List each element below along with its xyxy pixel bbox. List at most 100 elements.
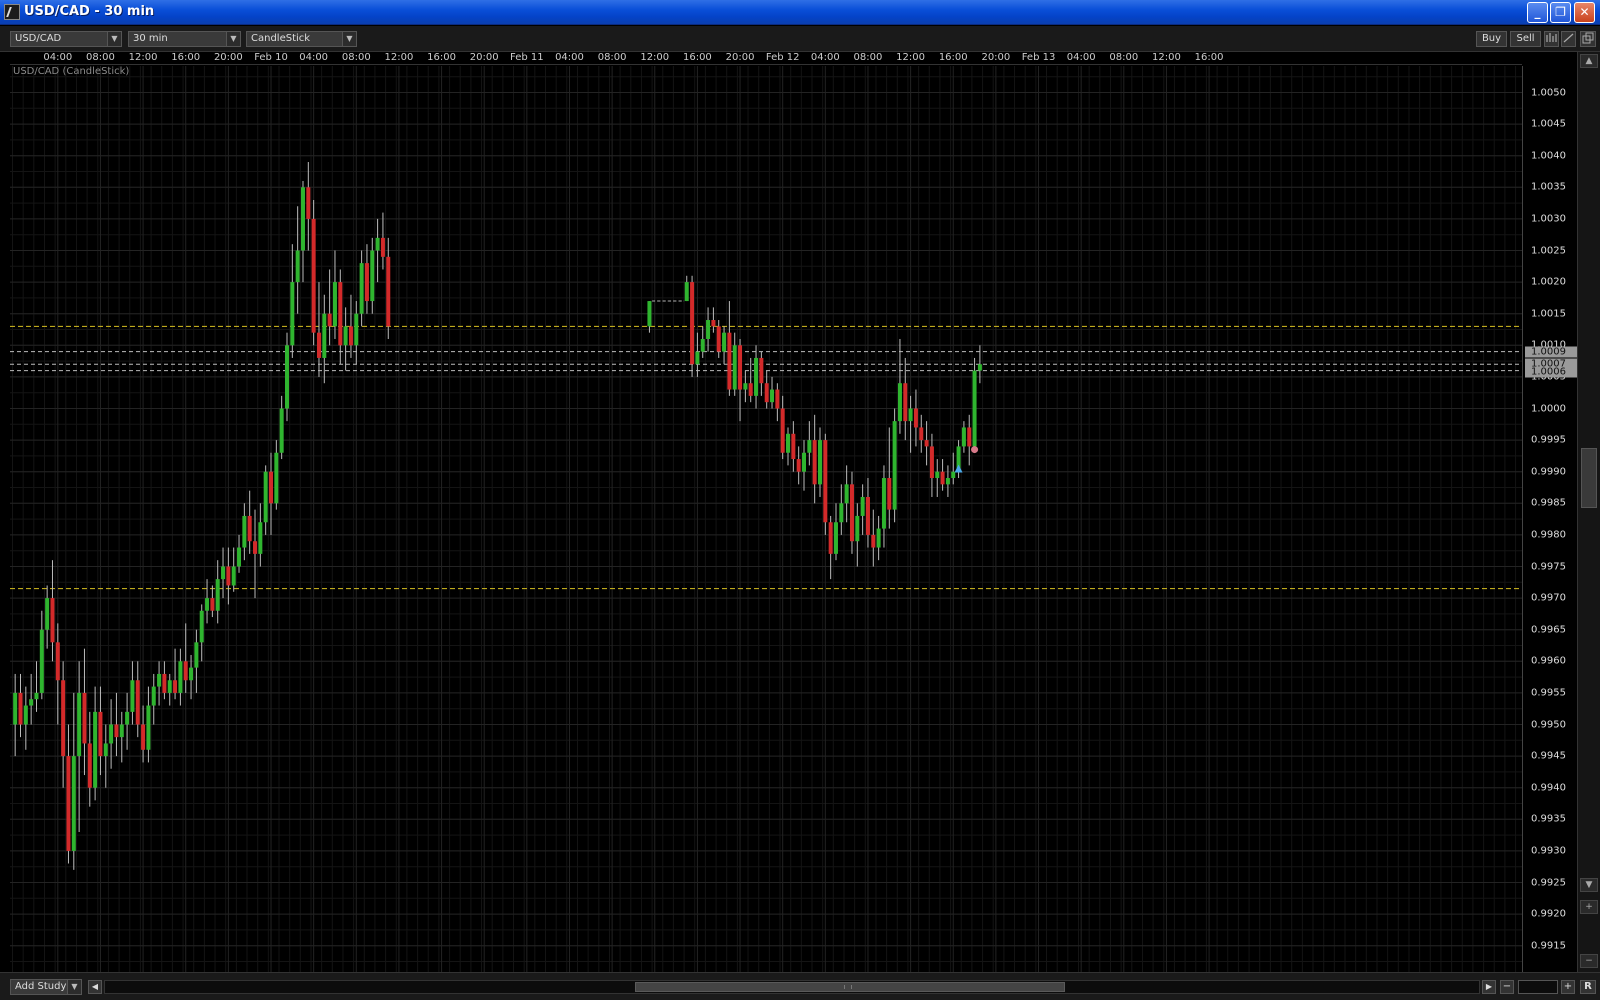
candle-up <box>732 345 737 390</box>
price-tick-label: 0.9955 <box>1531 687 1566 699</box>
scroll-down-icon[interactable]: ▼ <box>1580 878 1598 892</box>
scroll-right-icon[interactable]: ▶ <box>1482 980 1496 994</box>
detach-window-icon[interactable] <box>1580 31 1596 47</box>
candle-up <box>103 743 108 757</box>
time-tick-label: 08:00 <box>597 52 627 63</box>
candle-up <box>754 357 759 396</box>
symbol-select[interactable]: USD/CAD ▼ <box>10 31 122 47</box>
candlestick-chart[interactable] <box>10 66 1522 972</box>
candle-down <box>173 680 178 693</box>
chart-plot-area[interactable]: USD/CAD (CandleStick) <box>10 66 1522 972</box>
candle-down <box>849 484 854 542</box>
candle-down <box>316 332 321 358</box>
candle-down <box>311 218 316 333</box>
price-badge: 1.0009 <box>1525 346 1577 358</box>
candle-down <box>386 256 391 327</box>
vertical-scroll-thumb[interactable] <box>1581 448 1597 508</box>
candle-up <box>258 522 263 554</box>
draw-line-icon[interactable] <box>1561 31 1576 47</box>
candle-down <box>913 408 918 428</box>
candle-up <box>945 478 950 485</box>
candle-down <box>796 459 801 472</box>
buy-button[interactable]: Buy <box>1476 31 1507 47</box>
candle-up <box>706 320 711 339</box>
candle-up <box>125 711 130 725</box>
time-tick-label: 16:00 <box>427 52 456 63</box>
candle-up <box>817 440 822 485</box>
zoom-slider[interactable] <box>1518 980 1558 994</box>
time-tick-label: 16:00 <box>1194 52 1224 63</box>
candle-down <box>919 427 924 441</box>
candle-down <box>226 566 231 586</box>
candle-down <box>764 383 769 403</box>
price-tick-label: 0.9965 <box>1531 624 1566 636</box>
candle-up <box>860 496 865 516</box>
time-tick-label: 08:00 <box>341 52 371 63</box>
candle-down <box>269 471 274 504</box>
horizontal-scrollbar[interactable] <box>104 980 1480 994</box>
signal-dot-icon <box>971 446 979 454</box>
candle-up <box>770 389 775 403</box>
add-study-button[interactable]: Add Study ▼ <box>10 979 82 995</box>
candle-up <box>833 522 838 554</box>
candle-up <box>13 692 18 725</box>
candle-up <box>300 187 305 251</box>
candle-up <box>205 598 210 611</box>
restore-button[interactable]: ❐ <box>1550 2 1571 23</box>
time-tick-label: 20:00 <box>469 52 499 63</box>
zoom-out-icon[interactable]: − <box>1500 980 1514 994</box>
vertical-scrollbar[interactable]: ▲ ▼ + − <box>1577 52 1600 972</box>
close-button[interactable]: ✕ <box>1574 2 1595 23</box>
indicator-icon[interactable] <box>1544 31 1559 47</box>
candle-down <box>364 263 369 302</box>
time-tick-label: 04:00 <box>43 52 73 63</box>
candle-up <box>935 471 940 479</box>
candle-down <box>929 446 934 479</box>
candle-down <box>791 433 796 460</box>
candle-down <box>253 541 258 554</box>
candle-up <box>34 692 39 700</box>
candle-down <box>348 326 353 346</box>
candle-up <box>215 579 220 611</box>
time-tick-label: 12:00 <box>384 52 414 63</box>
title-bar[interactable]: USD/CAD - 30 min _ ❐ ✕ <box>0 0 1600 25</box>
zoom-in-icon[interactable]: + <box>1561 980 1575 994</box>
timeframe-select[interactable]: 30 min ▼ <box>128 31 241 47</box>
reset-view-button[interactable]: R <box>1580 980 1596 994</box>
candle-up <box>322 313 327 358</box>
price-tick-label: 0.9990 <box>1531 466 1566 478</box>
zoom-out-icon[interactable]: − <box>1580 954 1598 968</box>
price-badge: 1.0006 <box>1525 366 1577 378</box>
zoom-in-icon[interactable]: + <box>1580 900 1598 914</box>
candle-down <box>967 427 972 447</box>
candle-down <box>812 440 817 485</box>
chart-toolbar: USD/CAD ▼ 30 min ▼ CandleStick ▼ Buy Sel… <box>0 26 1600 52</box>
price-tick-label: 1.0045 <box>1531 118 1566 130</box>
time-tick-label: 04:00 <box>555 52 584 63</box>
candle-up <box>199 610 204 643</box>
candle-up <box>972 370 977 447</box>
candle-down <box>98 711 103 757</box>
scroll-left-icon[interactable]: ◀ <box>88 980 102 994</box>
time-tick-label: 12:00 <box>896 52 926 63</box>
price-tick-label: 1.0000 <box>1531 403 1566 414</box>
time-tick-label: 04:00 <box>299 52 329 63</box>
price-axis[interactable]: 1.0050 1.0045 1.0040 1.0035 1.0030 1.0025 1.00… <box>1522 66 1577 972</box>
candle-down <box>828 522 833 554</box>
window-title: USD/CAD - 30 min <box>24 4 155 19</box>
candle-up <box>332 282 337 327</box>
scroll-up-icon[interactable]: ▲ <box>1580 54 1598 68</box>
candle-up <box>237 547 242 567</box>
candle-up <box>961 427 966 447</box>
sell-button[interactable]: Sell <box>1510 31 1541 47</box>
candle-up <box>146 705 151 750</box>
candle-down <box>82 692 87 744</box>
candle-up <box>839 503 844 523</box>
candle-down <box>711 320 716 327</box>
candle-down <box>306 187 311 219</box>
candle-down <box>716 326 721 352</box>
chart-type-select[interactable]: CandleStick ▼ <box>246 31 357 47</box>
minimize-button[interactable]: _ <box>1527 2 1548 23</box>
candle-up <box>700 338 705 352</box>
horizontal-scroll-thumb[interactable] <box>635 982 1065 992</box>
